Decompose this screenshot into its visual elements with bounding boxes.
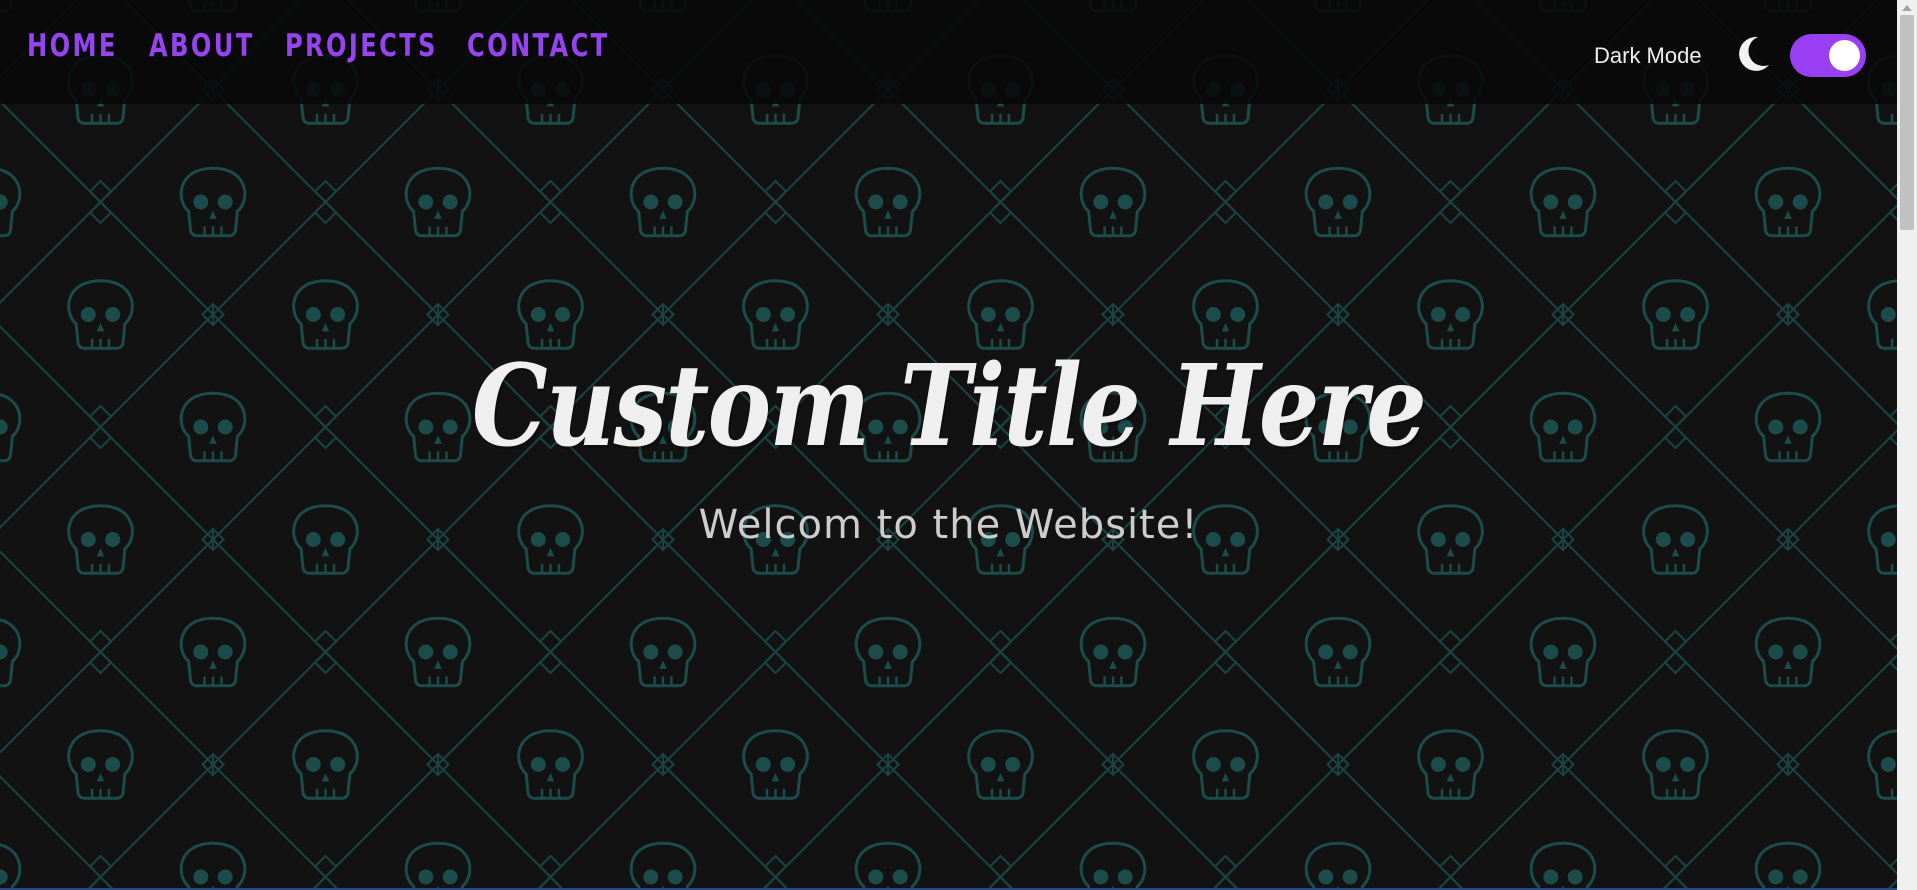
scroll-up-arrow-icon[interactable]: [1902, 5, 1912, 11]
hero-subtitle: Welcom to the Website!: [698, 502, 1199, 549]
nav-link-projects[interactable]: PROJECTS: [285, 28, 438, 64]
nav-link-home[interactable]: HOME: [27, 28, 118, 64]
hero-section: Custom Title Here Welcom to the Website!: [0, 340, 1897, 548]
dark-mode-toggle[interactable]: [1790, 34, 1866, 77]
vertical-scrollbar[interactable]: [1897, 0, 1917, 890]
nav-link-about[interactable]: ABOUT: [149, 28, 255, 64]
top-navbar: HOME ABOUT PROJECTS CONTACT Dark Mode: [0, 0, 1897, 104]
hero-title: Custom Title Here: [471, 341, 1427, 472]
scrollbar-thumb[interactable]: [1900, 15, 1914, 230]
toggle-knob: [1829, 40, 1860, 71]
page: HOME ABOUT PROJECTS CONTACT Dark Mode Cu…: [0, 0, 1917, 890]
moon-icon: [1739, 36, 1769, 71]
nav-link-contact[interactable]: CONTACT: [467, 28, 609, 64]
dark-mode-label: Dark Mode: [1594, 43, 1702, 68]
